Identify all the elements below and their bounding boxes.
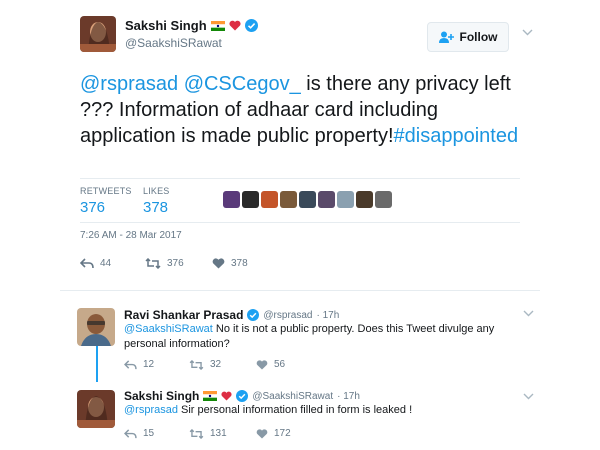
follow-label: Follow	[459, 30, 498, 44]
like-action[interactable]: 378	[212, 258, 248, 269]
like-action[interactable]: 56	[256, 359, 285, 370]
likers-avatars	[223, 191, 394, 208]
retweets-label: RETWEETS	[80, 186, 132, 196]
reply-author-name[interactable]: Ravi Shankar Prasad	[124, 308, 243, 322]
retweet-icon	[189, 428, 204, 439]
likes-count: 378	[143, 199, 169, 216]
retweet-icon	[145, 258, 161, 269]
liker-avatar[interactable]	[337, 191, 354, 208]
reply-body: Sir personal information filled in form …	[177, 404, 413, 416]
reply-count: 44	[100, 258, 112, 269]
india-flag-icon	[210, 20, 225, 31]
reply-header: Ravi Shankar Prasad @rsprasad · 17h	[124, 308, 339, 322]
retweet-count: 376	[167, 258, 184, 269]
like-count: 56	[274, 359, 286, 370]
retweet-action[interactable]: 32	[189, 359, 221, 370]
reply-icon	[124, 359, 137, 369]
heart-icon	[212, 258, 225, 269]
reply-count: 15	[143, 428, 155, 439]
retweets-stat[interactable]: RETWEETS 376	[80, 186, 132, 216]
heart-emoji-icon	[229, 20, 241, 31]
verified-badge-icon	[244, 19, 258, 32]
retweet-action[interactable]: 376	[145, 258, 184, 269]
heart-emoji-icon	[221, 391, 232, 401]
add-user-icon	[438, 31, 454, 43]
liker-avatar[interactable]	[223, 191, 240, 208]
reply-author-avatar[interactable]	[77, 308, 115, 346]
heart-icon	[256, 359, 268, 370]
mention-link[interactable]: @SaakshiSRawat	[124, 323, 213, 335]
retweet-action[interactable]: 131	[189, 428, 227, 439]
main-author-handle[interactable]: @SaakshiSRawat	[125, 36, 222, 50]
reply-action[interactable]: 15	[124, 428, 154, 439]
main-author-name[interactable]: Sakshi Singh	[125, 18, 207, 33]
mention-link[interactable]: @rsprasad	[80, 73, 178, 95]
reply-author-avatar[interactable]	[77, 390, 115, 428]
retweet-count: 32	[210, 359, 222, 370]
verified-badge-icon	[247, 309, 260, 321]
reply-text: @rsprasad Sir personal information fille…	[124, 403, 524, 418]
liker-avatar[interactable]	[242, 191, 259, 208]
retweets-count: 376	[80, 199, 106, 216]
reply-action[interactable]: 12	[124, 359, 154, 370]
divider	[60, 290, 540, 291]
reply-icon	[80, 258, 94, 269]
reply-author-name[interactable]: Sakshi Singh	[124, 389, 199, 403]
liker-avatar[interactable]	[356, 191, 373, 208]
hashtag-link[interactable]: #disappointed	[394, 125, 519, 147]
reply-text: @SaakshiSRawat No it is not a public pro…	[124, 322, 524, 352]
reply-time[interactable]: · 17h	[337, 391, 360, 402]
follow-button[interactable]: Follow	[427, 22, 509, 52]
tweet-timestamp[interactable]: 7:26 AM - 28 Mar 2017	[80, 230, 182, 241]
liker-avatar[interactable]	[318, 191, 335, 208]
india-flag-icon	[203, 391, 218, 401]
reply-author-handle[interactable]: @rsprasad	[263, 310, 312, 321]
likes-label: LIKES	[143, 186, 170, 196]
mention-link[interactable]: @CSCegov_	[184, 73, 301, 95]
heart-icon	[256, 428, 268, 439]
retweet-count: 131	[210, 428, 227, 439]
main-tweet-chevron-down-icon[interactable]	[522, 27, 533, 39]
thread-line	[96, 344, 98, 382]
retweet-icon	[189, 359, 204, 370]
reply-chevron-down-icon[interactable]	[523, 308, 534, 320]
reply-time[interactable]: · 17h	[316, 310, 339, 321]
main-author-name-row[interactable]: Sakshi Singh	[125, 18, 258, 33]
reply-count: 12	[143, 359, 155, 370]
main-author-avatar[interactable]	[80, 16, 116, 52]
like-action[interactable]: 172	[256, 428, 291, 439]
liker-avatar[interactable]	[299, 191, 316, 208]
divider	[80, 178, 520, 179]
verified-badge-icon	[236, 390, 249, 402]
reply-icon	[124, 428, 137, 438]
liker-avatar[interactable]	[280, 191, 297, 208]
like-count: 172	[274, 428, 291, 439]
liker-avatar[interactable]	[261, 191, 278, 208]
reply-chevron-down-icon[interactable]	[523, 391, 534, 403]
reply-action[interactable]: 44	[80, 258, 111, 269]
divider	[80, 222, 520, 223]
reply-header: Sakshi Singh @SaakshiSRawat · 17h	[124, 389, 360, 403]
liker-avatar[interactable]	[375, 191, 392, 208]
main-tweet-text: @rsprasad @CSCegov_ is there any privacy…	[80, 71, 520, 149]
reply-author-handle[interactable]: @SaakshiSRawat	[252, 391, 333, 402]
mention-link[interactable]: @rsprasad	[124, 404, 178, 416]
like-count: 378	[231, 258, 248, 269]
likes-stat[interactable]: LIKES 378	[143, 186, 170, 216]
